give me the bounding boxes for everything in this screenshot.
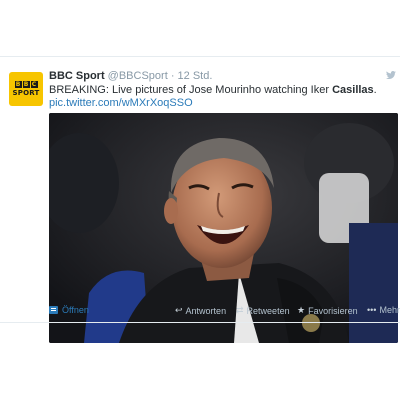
- more-label: Mehr: [379, 305, 400, 315]
- tweet-actions: Öffnen ↩ Antworten ⇄ Retweeten ★ Favoris…: [49, 305, 400, 319]
- more-icon: •••: [367, 305, 377, 315]
- avatar[interactable]: B B C SPORT: [9, 72, 43, 106]
- more-button[interactable]: ••• Mehr: [367, 305, 400, 315]
- tweet-media-link[interactable]: pic.twitter.com/wMXrXoqSSO: [49, 97, 193, 109]
- star-icon: ★: [297, 305, 306, 315]
- tweet-text-end: .: [373, 84, 377, 96]
- bottom-divider: [0, 322, 400, 323]
- open-button[interactable]: Öffnen: [49, 305, 89, 315]
- twitter-bird-icon-svg: [386, 71, 396, 79]
- tweet-header: BBC Sport @BBCSport · 12 Std.: [49, 70, 212, 82]
- avatar-letter-b1: B: [14, 81, 22, 88]
- reply-button[interactable]: ↩ Antworten: [175, 305, 226, 316]
- favorite-label: Favorisieren: [308, 305, 358, 316]
- account-handle[interactable]: @BBCSport: [108, 70, 168, 82]
- header-separator: ·: [170, 70, 175, 82]
- open-label: Öffnen: [62, 305, 89, 315]
- favorite-button[interactable]: ★ Favorisieren: [297, 305, 358, 316]
- avatar-bbc-logo: B B C: [14, 81, 38, 88]
- tweet-timestamp[interactable]: 12 Std.: [178, 70, 213, 82]
- avatar-letter-c: C: [30, 81, 38, 88]
- tweet-text-bold: Casillas: [332, 84, 374, 96]
- retweet-icon: ⇄: [236, 305, 244, 315]
- retweet-button[interactable]: ⇄ Retweeten: [236, 305, 290, 316]
- tweet-text: BREAKING: Live pictures of Jose Mourinho…: [49, 84, 377, 96]
- tweet-card[interactable]: B B C SPORT BBC Sport @BBCSport · 12 Std…: [0, 57, 400, 343]
- account-name[interactable]: BBC Sport: [49, 70, 105, 82]
- avatar-sport-text: SPORT: [12, 89, 40, 97]
- twitter-bird-icon: [386, 71, 396, 79]
- open-card-icon: [49, 306, 58, 314]
- retweet-label: Retweeten: [246, 305, 290, 316]
- reply-label: Antworten: [185, 305, 227, 316]
- reply-icon: ↩: [175, 305, 183, 315]
- avatar-letter-b2: B: [22, 81, 30, 88]
- tweet-text-main: BREAKING: Live pictures of Jose Mourinho…: [49, 84, 333, 96]
